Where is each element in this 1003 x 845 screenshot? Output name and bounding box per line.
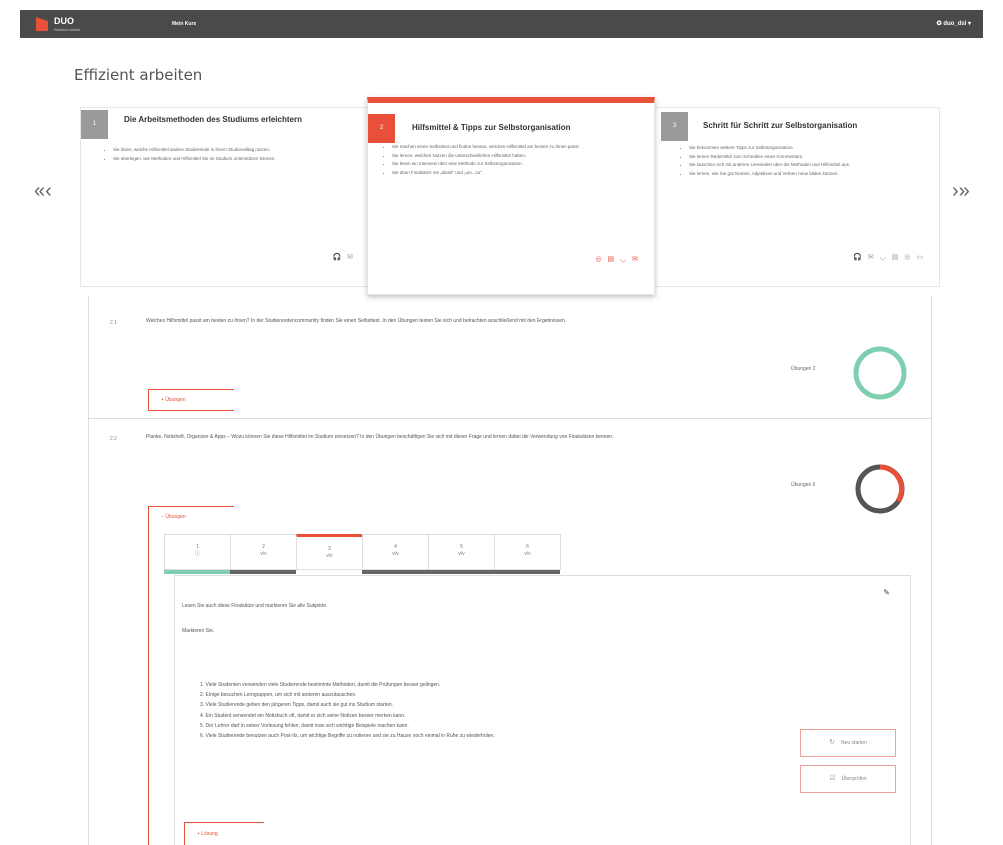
progress-ring — [855, 464, 905, 514]
module-media-icons: 🎧 ✉ — [332, 254, 355, 261]
user-menu[interactable]: ✪ duo_dsl ▾ — [937, 20, 971, 27]
exercise-tab-1[interactable]: 1 ⓘ — [164, 534, 231, 570]
goal-item: Sie lesen ein Interview über eine Method… — [392, 160, 606, 169]
sentence-list: 1. Viele Studenten verwenden viele Studi… — [200, 680, 650, 741]
tab-status: v/v — [392, 551, 399, 557]
restart-label: Neu starten — [841, 740, 867, 746]
sentence-item[interactable]: 6. Viele Studierende benutzen auch Post-… — [200, 731, 650, 741]
tab-status: v/v — [326, 553, 333, 559]
exercise-number: 2.1 — [110, 320, 117, 326]
exercise-tab-3[interactable]: 3 v/v — [296, 534, 363, 570]
exercise-description: Planke, Notizheft, Organizer & Apps – Wo… — [146, 434, 614, 440]
exercise-tab-5[interactable]: 5 v/v — [428, 534, 495, 570]
sentence-text: 6. Viele Studierende benutzen auch Post-… — [200, 733, 495, 740]
progress-ring — [853, 346, 907, 400]
tab-status: ⓘ — [194, 551, 200, 557]
tab-status: v/v — [260, 551, 267, 557]
module-title: Schritt für Schritt zur Selbstorganisati… — [703, 121, 858, 130]
tab-number: 4 — [394, 544, 397, 550]
sentence-text: 4. Ein Student verwendet ein Notizbuch o… — [200, 712, 406, 719]
module-title: Hilfsmittel & Tipps zur Selbstorganisati… — [412, 123, 571, 132]
check-label: Überprüfen — [841, 776, 867, 782]
sentence-item[interactable]: 1. Viele Studenten verwenden viele Studi… — [200, 680, 650, 690]
sentence-text: 5. Der Lehrer darf in seiner Vorlesung f… — [200, 722, 409, 729]
module-title: Die Arbeitsmethoden des Studiums erleich… — [124, 115, 302, 124]
sentence-item[interactable]: 3. Viele Studierende geben den jüngeren … — [200, 700, 650, 710]
exercise-tab-2[interactable]: 2 v/v — [230, 534, 297, 570]
expand-exercises-button[interactable]: + Übungen — [148, 389, 234, 411]
check-icon: ☑ — [829, 775, 836, 782]
module-card-1[interactable]: 1 Die Arbeitsmethoden des Studiums erlei… — [80, 107, 370, 287]
logo-icon[interactable] — [36, 17, 48, 31]
sentence-item[interactable]: 2. Einige besuchen Lerngruppen, um sich … — [200, 690, 650, 700]
restart-button[interactable]: ↻ Neu starten — [800, 729, 896, 757]
top-bar: DUO Studium online Mein Kurs ✪ duo_dsl ▾ — [20, 10, 983, 38]
exercise-description: Welches Hilfsmittel passt am besten zu I… — [146, 318, 567, 324]
tab-number: 3 — [328, 546, 331, 552]
module-number: 1 — [81, 110, 108, 139]
logo-text[interactable]: DUO — [54, 16, 74, 26]
tab-progress-done — [362, 570, 560, 574]
goal-item: Sie lernen, wie Sie gut Nomen, Adjektive… — [689, 170, 936, 179]
module-card-3[interactable]: 3 Schritt für Schritt zur Selbstorganisa… — [654, 107, 940, 287]
page-title: Effizient arbeiten — [74, 66, 203, 84]
tab-status: v/v — [458, 551, 465, 557]
exercise-count-label: Übungen 6 — [791, 482, 816, 488]
task-prompt: Markieren Sie. — [182, 628, 215, 634]
exercise-tab-4[interactable]: 4 v/v — [362, 534, 429, 570]
goal-item: Sie überlegen, wie Methoden und Hilfsmit… — [113, 155, 360, 164]
goal-item: Sie lernen, welchen Nutzen die unterschi… — [392, 152, 606, 161]
tab-status: v/v — [524, 551, 531, 557]
sentence-text: 1. Viele Studenten verwenden viele Studi… — [200, 682, 441, 688]
task-instruction: Lesen Sie auch diese Finalsätze und mark… — [182, 603, 328, 609]
tab-progress-done — [164, 570, 230, 574]
goal-item: Sie lernen Redemittel zum Schreiben eine… — [689, 153, 936, 162]
tab-number: 6 — [526, 544, 529, 550]
tab-progress-done — [230, 570, 296, 574]
goal-item: Sie üben Finalsätze mit „damit“ und „um.… — [392, 169, 606, 178]
goal-item: Sie tauschen sich mit anderen Lernenden … — [689, 161, 936, 170]
tab-number: 1 — [196, 544, 199, 550]
goal-item: Sie machen einen Selbsttest und finden h… — [392, 143, 606, 152]
module-card-2[interactable]: 2 Hilfsmittel & Tipps zur Selbstorganisa… — [367, 97, 655, 295]
next-module-arrow-icon[interactable]: ›» — [952, 180, 970, 203]
nav-my-course[interactable]: Mein Kurs — [172, 21, 196, 27]
collapse-exercises-button[interactable]: − Übungen — [148, 506, 234, 528]
module-goals: Sie lösen, welche Hilfsmittel andere Stu… — [105, 146, 360, 163]
sentence-item[interactable]: 4. Ein Student verwendet ein Notizbuch o… — [200, 711, 650, 721]
sentence-item[interactable]: 5. Der Lehrer darf in seiner Vorlesung f… — [200, 721, 650, 731]
logo-subtitle: Studium online — [54, 27, 81, 32]
exercise-tab-6[interactable]: 6 v/v — [494, 534, 561, 570]
exercise-count-label: Übungen 2 — [791, 366, 816, 372]
goal-item: Sie bekommen weitere Tipps zur Selbstorg… — [689, 144, 936, 153]
module-number: 2 — [368, 114, 395, 143]
module-media-icons: ◎ ▤ ◡ ✉ — [595, 256, 640, 263]
module-media-icons: 🎧 ✉ ◡ ▤ ◎ ▭ — [853, 254, 925, 261]
module-goals: Sie machen einen Selbsttest und finden h… — [384, 143, 606, 177]
sentence-text: 3. Viele Studierende geben den jüngeren … — [200, 702, 394, 709]
check-button[interactable]: ☑ Überprüfen — [800, 765, 896, 793]
expanded-section-line — [148, 528, 149, 845]
divider — [88, 418, 932, 419]
restart-icon: ↻ — [829, 739, 835, 746]
module-number: 3 — [661, 112, 688, 141]
prev-module-arrow-icon[interactable]: «‹ — [34, 180, 52, 203]
pencil-icon[interactable]: ✎ — [883, 588, 890, 597]
module-goals: Sie bekommen weitere Tipps zur Selbstorg… — [681, 144, 936, 178]
solution-button[interactable]: + Lösung — [184, 822, 264, 845]
tab-number: 5 — [460, 544, 463, 550]
exercise-number: 2.2 — [110, 436, 117, 442]
tab-number: 2 — [262, 544, 265, 550]
sentence-text: 2. Einige besuchen Lerngruppen, um sich … — [200, 692, 357, 699]
goal-item: Sie lösen, welche Hilfsmittel andere Stu… — [113, 146, 360, 155]
